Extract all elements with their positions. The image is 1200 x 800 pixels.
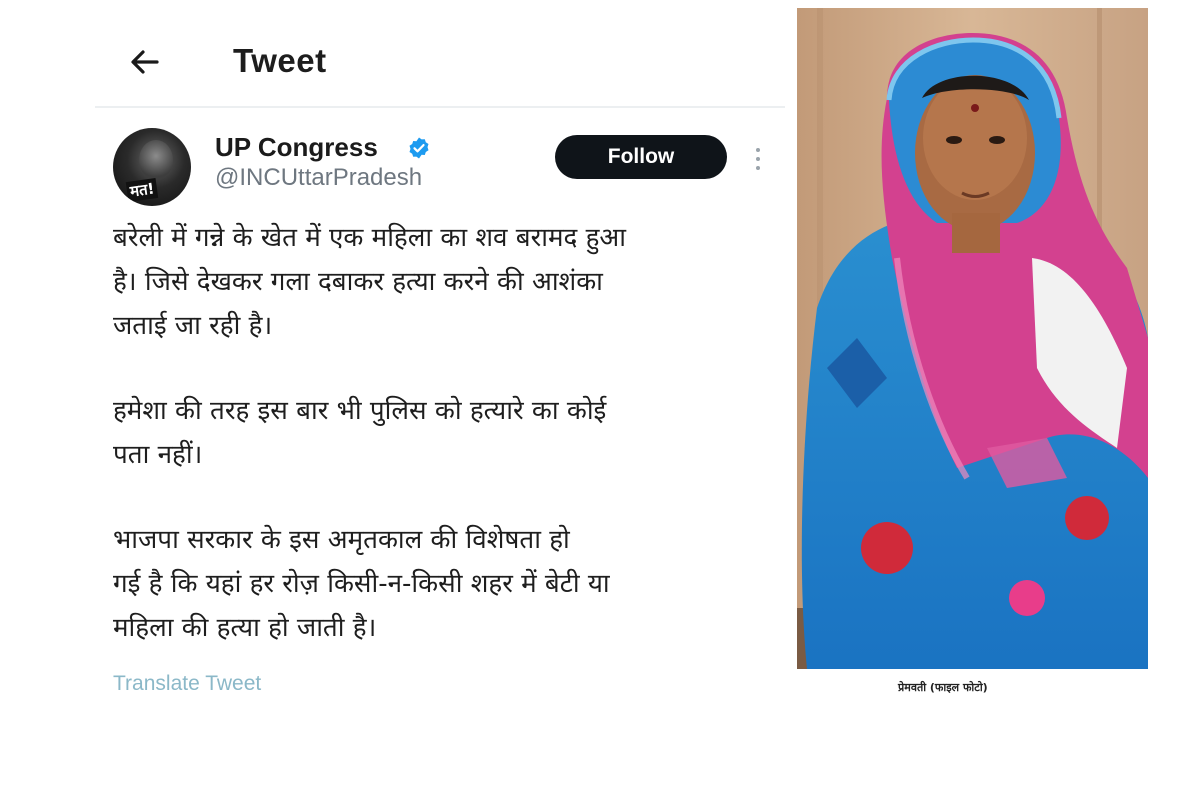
page-title: Tweet (233, 42, 327, 79)
avatar-text: मत! (125, 177, 159, 203)
verified-badge-icon (409, 137, 429, 159)
arrow-left-icon (131, 50, 159, 74)
avatar[interactable]: मत! (113, 128, 191, 206)
vertical-ellipsis-icon[interactable] (751, 144, 765, 174)
tweet-text: बरेली में गन्ने के खेत में एक महिला का श… (113, 216, 783, 691)
tweet-paragraph: बरेली में गन्ने के खेत में एक महिला का श… (113, 223, 626, 341)
back-button[interactable] (125, 42, 165, 82)
follow-button[interactable]: Follow (555, 135, 727, 179)
avatar-portrait (139, 140, 173, 180)
photo-caption: प्रेमवती (फाइल फोटो) (898, 681, 988, 694)
header-divider (95, 106, 785, 108)
portrait-image (797, 8, 1148, 669)
tweet-paragraph: हमेशा की तरह इस बार भी पुलिस को हत्यारे … (113, 396, 607, 470)
account-handle[interactable]: @INCUttarPradesh (215, 164, 422, 192)
victim-photo (797, 8, 1148, 669)
tweet-paragraph: भाजपा सरकार के इस अमृतकाल की विशेषता हो … (113, 525, 610, 643)
tweet-header: Tweet (95, 20, 785, 108)
account-name[interactable]: UP Congress (215, 132, 378, 163)
tweet-panel: Tweet मत! UP Congress @INCUttarPradesh F… (95, 20, 785, 710)
translate-tweet-link[interactable]: Translate Tweet (113, 672, 261, 696)
